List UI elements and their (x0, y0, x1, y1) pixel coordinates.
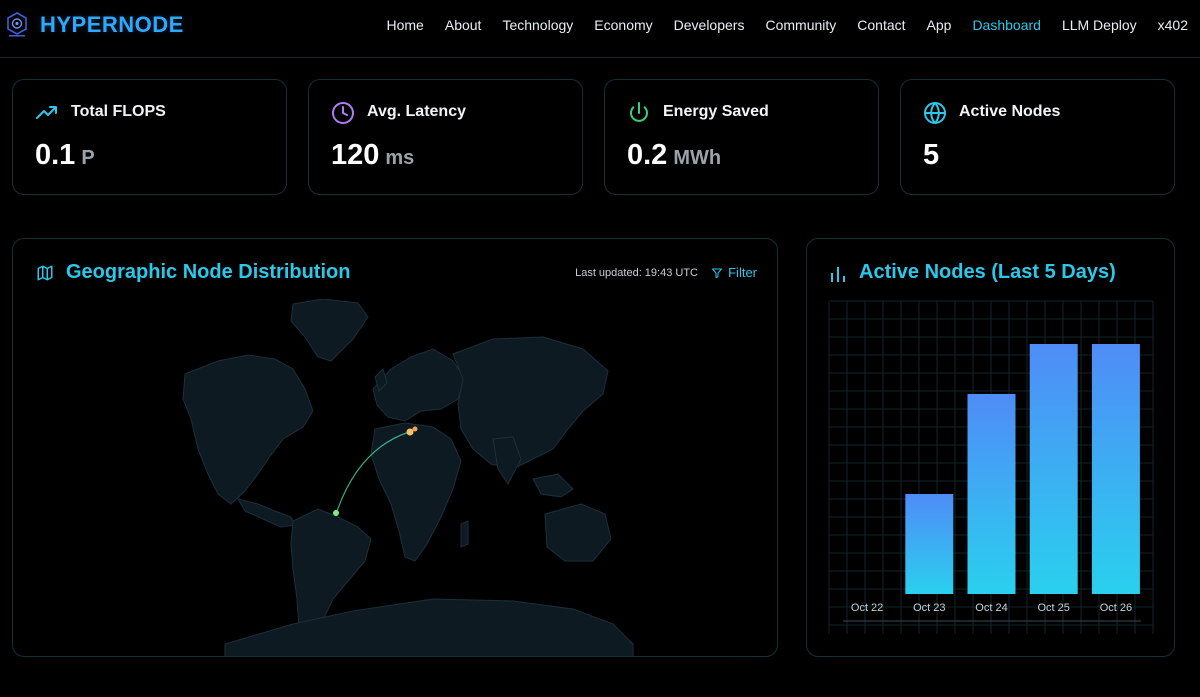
stat-number: 5 (923, 139, 940, 171)
geographic-node-panel: Geographic Node Distribution Last update… (12, 238, 778, 657)
x-tick-label: Oct 24 (975, 602, 1007, 614)
nav-link-technology[interactable]: Technology (502, 17, 573, 33)
filter-icon (712, 268, 723, 278)
map-region-central-america (236, 498, 296, 528)
map-region-north-america (182, 354, 314, 505)
main-nav: Home About Technology Economy Developers Comm… (387, 17, 1189, 33)
active-nodes-chart: Oct 22 Oct 23 Oct 24 Oct 25 Oct 26 (828, 300, 1154, 634)
map-icon (37, 265, 53, 281)
stat-unit: MWh (673, 147, 722, 169)
trending-up-icon (36, 106, 57, 119)
filter-button[interactable]: Filter (711, 265, 757, 280)
hypernode-logo-icon[interactable] (6, 12, 28, 38)
stat-value: 0.1 P (35, 139, 95, 172)
stat-card-active-nodes: Active Nodes 5 (900, 79, 1175, 195)
node-marker-brazil[interactable] (333, 510, 339, 516)
nav-link-llm-deploy[interactable]: LLM Deploy (1062, 17, 1137, 33)
nav-link-about[interactable]: About (445, 17, 482, 33)
nav-link-developers[interactable]: Developers (674, 17, 745, 33)
stat-card-energy-saved: Energy Saved 0.2 MWh (604, 79, 879, 195)
nav-link-community[interactable]: Community (765, 17, 836, 33)
last-updated-text: Last updated: 19:43 UTC (575, 267, 698, 279)
x-tick-label: Oct 22 (851, 602, 883, 614)
bar-oct-26[interactable] (1091, 344, 1140, 594)
x-tick-label: Oct 26 (1100, 602, 1132, 614)
clock-icon (332, 102, 354, 124)
stat-unit: P (81, 147, 95, 169)
map-region-australia (544, 503, 612, 562)
map-region-southeast-asia (532, 473, 574, 498)
stat-value: 120 ms (331, 139, 414, 172)
nav-link-contact[interactable]: Contact (857, 17, 905, 33)
nav-link-app[interactable]: App (927, 17, 952, 33)
active-nodes-panel: Active Nodes (Last 5 Days) Oct 22 Oct 23 O… (806, 238, 1175, 657)
nav-link-dashboard[interactable]: Dashboard (972, 17, 1041, 33)
nav-link-x402[interactable]: x402 (1158, 17, 1188, 33)
stat-number: 120 (331, 139, 380, 171)
nav-link-home[interactable]: Home (387, 17, 424, 33)
stat-value: 5 (923, 139, 945, 172)
globe-icon (924, 102, 946, 124)
map-region-asia (452, 336, 609, 470)
map-region-antarctica (224, 598, 634, 656)
stat-label: Energy Saved (663, 103, 769, 120)
stat-unit: ms (385, 147, 415, 169)
stat-label: Avg. Latency (367, 103, 466, 120)
top-nav-bar: HYPERNODE Home About Technology Economy Deve… (0, 0, 1200, 58)
x-tick-label: Oct 23 (913, 602, 945, 614)
filter-label: Filter (728, 265, 757, 280)
bar-oct-25[interactable] (1029, 344, 1078, 594)
stat-card-avg-latency: Avg. Latency 120 ms (308, 79, 583, 195)
bar-oct-23[interactable] (905, 494, 954, 594)
world-map[interactable] (13, 299, 778, 657)
stat-label: Total FLOPS (71, 103, 166, 120)
map-region-greenland (290, 299, 369, 362)
node-marker-europe-2[interactable] (412, 426, 418, 432)
stat-label: Active Nodes (959, 103, 1061, 120)
brand-name[interactable]: HYPERNODE (40, 12, 184, 38)
stat-value: 0.2 MWh (627, 139, 721, 172)
bar-oct-24[interactable] (967, 394, 1016, 594)
node-marker-europe[interactable] (406, 428, 414, 436)
stat-card-total-flops: Total FLOPS 0.1 P (12, 79, 287, 195)
map-panel-title: Geographic Node Distribution (66, 261, 351, 283)
map-region-europe (372, 348, 466, 422)
map-region-madagascar (460, 520, 469, 548)
nav-link-economy[interactable]: Economy (594, 17, 652, 33)
power-icon (630, 102, 648, 122)
x-tick-label: Oct 25 (1037, 602, 1069, 614)
stat-number: 0.1 (35, 139, 76, 171)
stat-number: 0.2 (627, 139, 668, 171)
